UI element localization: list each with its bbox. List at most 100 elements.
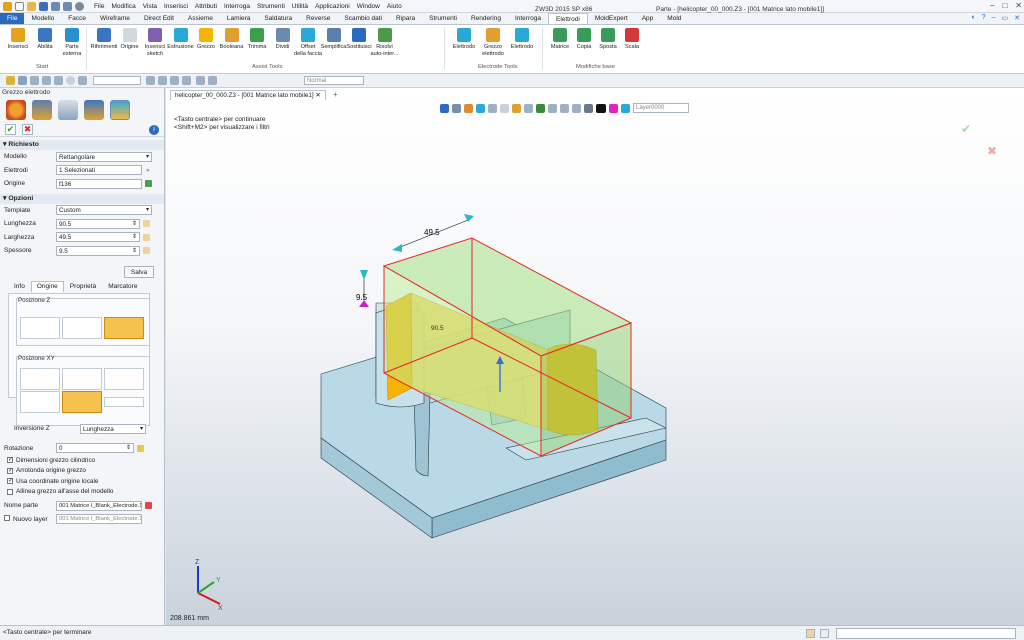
nuovo-layer-check[interactable]: Nuovo layer xyxy=(4,515,56,523)
ribbon-button[interactable]: Semplifica xyxy=(320,28,348,51)
electrode-glasses-icon[interactable] xyxy=(58,100,78,120)
ribbon-button[interactable]: Origine xyxy=(116,28,144,51)
new-file-icon[interactable] xyxy=(15,1,24,11)
pos-xy-corner-tr[interactable] xyxy=(104,368,144,390)
section-richiesto[interactable]: ▾ Richiesto xyxy=(0,140,164,150)
minimize-ribbon-icon[interactable]: – xyxy=(992,14,996,22)
checkbox-icon[interactable]: ✓ xyxy=(7,478,13,485)
pos-xy-corner-tl[interactable] xyxy=(20,368,60,390)
section-opzioni[interactable]: ▾ Opzioni xyxy=(0,193,164,204)
rotazione-field[interactable]: 0 ⇕ xyxy=(56,443,134,454)
pos-xy-edge-left[interactable] xyxy=(20,391,60,413)
ribbon-button[interactable]: Dividi xyxy=(269,28,297,51)
ribbon-button[interactable]: Scala xyxy=(618,28,646,51)
ribbon-tab[interactable]: Strumenti xyxy=(422,13,464,24)
menu-item[interactable]: Strumenti xyxy=(257,3,285,10)
menu-item[interactable]: Utilità xyxy=(292,3,308,10)
spinner-icon[interactable]: ⇕ xyxy=(132,247,137,256)
ribbon-tab[interactable]: MoldExpert xyxy=(588,13,635,24)
ribbon-tab[interactable]: Mold xyxy=(660,13,688,24)
dim-height-text[interactable]: 9.5 xyxy=(356,293,368,302)
ribbon-button[interactable]: Booleana xyxy=(218,28,246,51)
ribbon-tab[interactable]: Assieme xyxy=(181,13,220,24)
ribbon-tab[interactable]: Elettrodi xyxy=(547,13,588,24)
panel-subtab[interactable]: Origine xyxy=(30,281,64,292)
ribbon-button[interactable]: Elettrodo xyxy=(508,28,536,51)
ribbon-tab[interactable]: Ripara xyxy=(389,13,422,24)
origine-field[interactable]: f136 xyxy=(56,178,142,189)
template-select[interactable]: Custom ▾ xyxy=(56,205,152,216)
spessore-field[interactable]: 9.5 ⇕ xyxy=(56,245,140,256)
settings-icon[interactable] xyxy=(75,1,84,11)
menu-item[interactable]: File xyxy=(94,3,104,10)
ribbon-tab[interactable]: App xyxy=(635,13,661,24)
mode-combo[interactable]: Normal xyxy=(304,76,364,85)
option-checkbox[interactable]: Allinea grezzo all'asse del modello xyxy=(0,487,165,498)
electrode-tool-icon[interactable] xyxy=(84,100,104,120)
restore-icon[interactable]: ▭ xyxy=(1002,14,1009,22)
lock-icon[interactable] xyxy=(143,233,150,241)
ribbon-tab[interactable]: Scambio dati xyxy=(337,13,389,24)
back-icon[interactable] xyxy=(30,76,39,85)
confirm-check-icon[interactable]: ✔ xyxy=(5,124,16,135)
reset-icon[interactable] xyxy=(54,76,63,85)
spinner-icon[interactable]: ⇕ xyxy=(126,444,131,453)
close-icon[interactable]: ✕ xyxy=(1015,1,1022,10)
lock-icon[interactable] xyxy=(143,220,150,228)
pos-z-bottom-option[interactable] xyxy=(104,317,144,339)
ribbon-button[interactable]: Elettrodo xyxy=(450,28,478,51)
electrode-gear-icon[interactable] xyxy=(6,100,26,120)
ribbon-tab[interactable]: Rendering xyxy=(464,13,508,24)
ribbon-tab[interactable]: Reverse xyxy=(299,13,337,24)
checkbox-icon[interactable]: ✓ xyxy=(7,457,13,464)
redo-icon[interactable] xyxy=(63,1,72,11)
pos-xy-center[interactable] xyxy=(62,391,102,413)
menu-item[interactable]: Window xyxy=(357,3,380,10)
ribbon-tab[interactable]: Saldatura xyxy=(257,13,299,24)
view-icon[interactable] xyxy=(182,76,191,85)
filter-combo[interactable] xyxy=(93,76,141,85)
menu-item[interactable]: Aiuto xyxy=(387,3,402,10)
panel-subtab[interactable]: Info xyxy=(8,281,31,292)
nome-parte-field[interactable]: 001 Matrice l_Blank_Electrode.1 xyxy=(56,500,142,511)
status-icon-2[interactable] xyxy=(820,629,829,638)
option-checkbox[interactable]: ✓ Dimensioni grezzo cilindrico xyxy=(0,455,165,466)
larghezza-field[interactable]: 49.5 ⇕ xyxy=(56,232,140,243)
ribbon-button[interactable]: Grezzo elettrodo xyxy=(479,28,507,57)
panel-subtab[interactable]: Proprietà xyxy=(64,281,102,292)
pos-z-top-option[interactable] xyxy=(20,317,60,339)
globe-icon[interactable]: ◐ xyxy=(971,14,975,22)
menu-item[interactable]: Applicazioni xyxy=(315,3,350,10)
select-icon[interactable] xyxy=(6,76,15,85)
lunghezza-field[interactable]: 90.5 ⇕ xyxy=(56,218,140,229)
inversione-select[interactable]: Lunghezza ▾ xyxy=(80,423,146,434)
ribbon-button[interactable]: Inserisci xyxy=(4,28,32,51)
status-input[interactable] xyxy=(836,628,1016,639)
electrode-blank-icon[interactable] xyxy=(110,100,130,120)
checkbox-icon[interactable] xyxy=(4,515,10,522)
ribbon-tab[interactable]: Wireframe xyxy=(93,13,137,24)
close-doc-icon[interactable]: ✕ xyxy=(1014,14,1020,22)
ribbon-button[interactable]: Grezzo xyxy=(192,28,220,51)
pos-xy-edge-right[interactable] xyxy=(104,397,144,407)
elettrodi-field[interactable]: 1 Selezionati xyxy=(56,165,142,176)
spinner-icon[interactable]: ⇕ xyxy=(132,233,137,242)
pos-xy-edge-top[interactable] xyxy=(62,368,102,390)
menu-item[interactable]: Modifica xyxy=(111,3,135,10)
dim-width-text[interactable]: 49.5 xyxy=(424,228,440,237)
download-icon[interactable] xyxy=(145,502,152,510)
snap-icon[interactable] xyxy=(158,76,167,85)
pick-filter-icon[interactable] xyxy=(18,76,27,85)
ribbon-tab[interactable]: Lamiera xyxy=(220,13,257,24)
ribbon-button[interactable]: Estrusione xyxy=(167,28,195,51)
ribbon-button[interactable]: Offset della faccia xyxy=(294,28,322,57)
minimize-icon[interactable]: – xyxy=(990,1,994,10)
ribbon-tab[interactable]: Modello xyxy=(24,13,61,24)
pick-angle-icon[interactable] xyxy=(137,444,144,452)
ribbon-button[interactable]: Parte esterna xyxy=(58,28,86,57)
modello-select[interactable]: Rettangolare ▾ xyxy=(56,151,152,162)
ribbon-tab[interactable]: Interroga xyxy=(508,13,548,24)
ribbon-tab[interactable]: Facce xyxy=(61,13,93,24)
nuovo-layer-field[interactable]: 001 Matrice l_Blank_Electrode.1 xyxy=(56,514,142,525)
open-folder-icon[interactable] xyxy=(27,1,36,11)
